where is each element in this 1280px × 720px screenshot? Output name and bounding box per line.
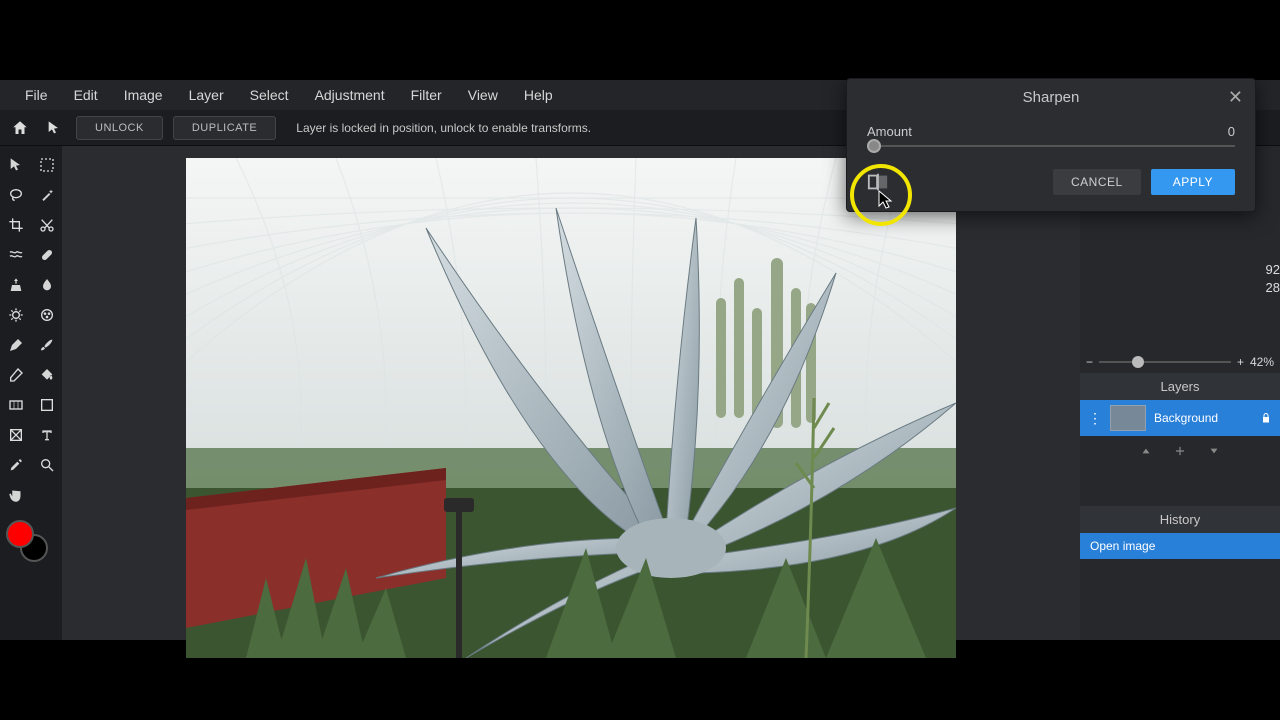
text-tool-icon[interactable] bbox=[31, 420, 62, 450]
lock-icon bbox=[1260, 411, 1272, 425]
toolbar-message: Layer is locked in position, unlock to e… bbox=[296, 121, 591, 135]
history-panel-header: History bbox=[1080, 506, 1280, 533]
heal-tool-icon[interactable] bbox=[31, 240, 62, 270]
layer-name: Background bbox=[1154, 411, 1218, 425]
cut-tool-icon[interactable] bbox=[31, 210, 62, 240]
slider-knob[interactable] bbox=[867, 139, 881, 153]
liquify-tool-icon[interactable] bbox=[0, 240, 31, 270]
layer-up-icon[interactable] bbox=[1139, 444, 1153, 458]
zoom-slider[interactable] bbox=[1099, 361, 1231, 363]
dodge-tool-icon[interactable] bbox=[0, 300, 31, 330]
clone-tool-icon[interactable] bbox=[0, 270, 31, 300]
unlock-button[interactable]: UNLOCK bbox=[76, 116, 163, 140]
menu-adjustment[interactable]: Adjustment bbox=[302, 87, 398, 103]
hand-tool-icon[interactable] bbox=[0, 480, 31, 510]
blur-tool-icon[interactable] bbox=[31, 270, 62, 300]
frame-tool-icon[interactable] bbox=[0, 420, 31, 450]
edge-value-2: 28 bbox=[1266, 280, 1280, 295]
fill-tool-icon[interactable] bbox=[31, 360, 62, 390]
menu-file[interactable]: File bbox=[12, 87, 61, 103]
color-swatches[interactable] bbox=[0, 520, 62, 576]
zoom-value: 42% bbox=[1250, 355, 1274, 369]
menu-select[interactable]: Select bbox=[237, 87, 302, 103]
zoom-out-icon[interactable]: − bbox=[1086, 355, 1093, 369]
menu-image[interactable]: Image bbox=[111, 87, 176, 103]
amount-label: Amount bbox=[867, 124, 912, 139]
edge-value-1: 92 bbox=[1266, 262, 1280, 277]
menu-help[interactable]: Help bbox=[511, 87, 566, 103]
amount-slider[interactable] bbox=[867, 145, 1235, 147]
zoom-slider-row: − + 42% bbox=[1080, 351, 1280, 373]
right-panels: 92 28 − + 42% Layers ⋮ Background Histor… bbox=[1080, 146, 1280, 640]
dialog-title: Sharpen ✕ bbox=[847, 79, 1255, 116]
pen-tool-icon[interactable] bbox=[0, 330, 31, 360]
layer-add-icon[interactable] bbox=[1173, 444, 1187, 458]
menu-layer[interactable]: Layer bbox=[176, 87, 237, 103]
image-canvas[interactable] bbox=[186, 158, 956, 658]
pointer-icon[interactable] bbox=[42, 116, 66, 140]
shape-tool-icon[interactable] bbox=[31, 390, 62, 420]
menu-filter[interactable]: Filter bbox=[398, 87, 455, 103]
foreground-color-swatch[interactable] bbox=[6, 520, 34, 548]
zoom-in-icon[interactable]: + bbox=[1237, 355, 1244, 369]
gradient-tool-icon[interactable] bbox=[0, 390, 31, 420]
layer-item-background[interactable]: ⋮ Background bbox=[1080, 400, 1280, 436]
tools-panel bbox=[0, 146, 62, 640]
amount-value: 0 bbox=[1228, 124, 1235, 139]
layer-down-icon[interactable] bbox=[1207, 444, 1221, 458]
marquee-tool-icon[interactable] bbox=[31, 150, 62, 180]
menu-edit[interactable]: Edit bbox=[61, 87, 111, 103]
sponge-tool-icon[interactable] bbox=[31, 300, 62, 330]
canvas-area[interactable] bbox=[62, 146, 1080, 640]
cursor-icon bbox=[878, 190, 894, 210]
cancel-button[interactable]: CANCEL bbox=[1053, 169, 1141, 195]
layers-panel-header: Layers bbox=[1080, 373, 1280, 400]
zoom-tool-icon[interactable] bbox=[31, 450, 62, 480]
close-icon[interactable]: ✕ bbox=[1228, 87, 1243, 108]
crop-tool-icon[interactable] bbox=[0, 210, 31, 240]
wand-tool-icon[interactable] bbox=[31, 180, 62, 210]
arrow-tool-icon[interactable] bbox=[0, 150, 31, 180]
menu-view[interactable]: View bbox=[455, 87, 511, 103]
brush-tool-icon[interactable] bbox=[31, 330, 62, 360]
lasso-tool-icon[interactable] bbox=[0, 180, 31, 210]
sharpen-dialog: Sharpen ✕ Amount 0 CANCEL APPLY bbox=[846, 78, 1256, 212]
layer-controls bbox=[1080, 436, 1280, 466]
history-item-open[interactable]: Open image bbox=[1080, 533, 1280, 559]
layer-thumbnail bbox=[1110, 405, 1146, 431]
home-icon[interactable] bbox=[8, 116, 32, 140]
apply-button[interactable]: APPLY bbox=[1151, 169, 1235, 195]
eraser-tool-icon[interactable] bbox=[0, 360, 31, 390]
picker-tool-icon[interactable] bbox=[0, 450, 31, 480]
duplicate-button[interactable]: DUPLICATE bbox=[173, 116, 276, 140]
